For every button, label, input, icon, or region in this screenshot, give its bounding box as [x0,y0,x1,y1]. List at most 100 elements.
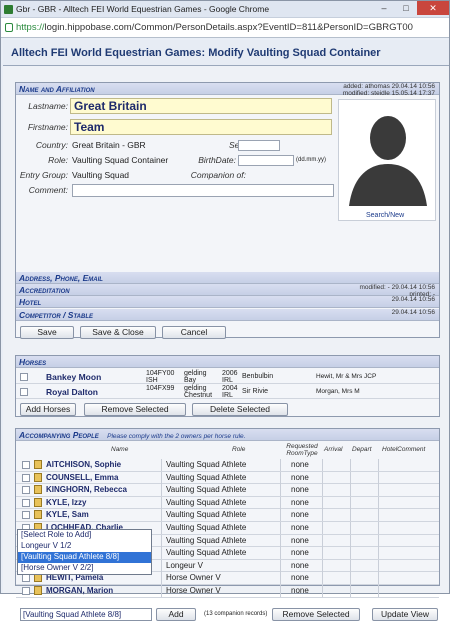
companion-count: (13 companion records) [204,611,268,617]
person-photo[interactable] [338,99,436,221]
birthdate-label: BirthDate: [198,155,236,165]
url-scheme: https:// [16,22,45,33]
person-role: Horse Owner V [166,573,221,583]
person-panel: Name and Affiliation added: athomas 29.0… [15,82,440,339]
person-role: Vaulting Squad Athlete [166,485,247,495]
horse-row[interactable]: Bankey Moon 104FY00 ISH gelding Bay 2006 IRL Be… [16,370,439,384]
person-icon [34,472,42,482]
save-close-button[interactable]: Save & Close [80,326,156,339]
horse-owner: Hewit, Mr & Mrs JCP [316,373,377,380]
comment-field[interactable] [72,184,334,197]
horse-checkbox[interactable] [20,388,28,396]
horse-sire: Sir Rivie [242,388,269,395]
delete-selected-horses-button[interactable]: Delete Selected [192,403,288,416]
firstname-field[interactable]: Team [70,119,332,135]
person-checkbox[interactable] [22,511,30,520]
horse-color: gelding Bay [184,370,207,384]
role-value: Vaulting Squad Container [72,155,169,165]
person-role: Longeur V [166,560,203,570]
horse-id: 104FY00 ISH [146,370,175,384]
role-dropdown-list[interactable]: [Select Role to Add] Longeur V 1/2 [Vaulti… [17,529,152,575]
person-name[interactable]: KYLE, Sam [46,510,89,519]
cancel-button[interactable]: Cancel [162,326,226,339]
update-view-button[interactable]: Update View [372,608,438,621]
birthdate-hint: (dd.mm.yy) [296,157,326,163]
section-3[interactable]: Competitor / Stable 29.04.14 10:56 [16,309,439,321]
role-option[interactable]: [Vaulting Squad Athlete 8/8] [18,552,151,563]
person-checkbox[interactable] [22,486,30,495]
person-role: Vaulting Squad Athlete [166,472,247,482]
horse-name[interactable]: Royal Dalton [46,387,98,397]
person-icon [34,485,42,495]
person-checkbox[interactable] [22,498,30,507]
address-bar[interactable]: https:// login.hippobase.com/Common/Pers… [1,18,449,38]
person-row[interactable]: COUNSELL, Emma Vaulting Squad Athlete none [16,471,439,485]
person-row[interactable]: KYLE, Izzy Vaulting Squad Athlete none [16,496,439,510]
horses-heading[interactable]: Horses [16,356,439,368]
role-select[interactable]: [Vaulting Squad Athlete 8/8] [20,608,152,621]
person-icon [34,460,42,469]
maximize-icon[interactable]: □ [395,1,417,15]
person-checkbox[interactable] [22,473,30,482]
sex-select[interactable] [238,140,280,151]
person-role: Vaulting Squad Athlete [166,523,247,532]
role-option[interactable]: [Select Role to Add] [18,530,151,541]
person-roomtype: none [291,472,309,482]
birthdate-field[interactable] [238,155,294,166]
added-info: added: athomas 29.04.14 10:56 [343,83,435,90]
person-checkbox[interactable] [22,461,30,469]
person-roomtype: none [291,497,309,507]
horse-owner: Morgan, Mrs M [316,388,360,395]
section-meta: 29.04.14 10:56 [391,296,435,303]
add-horses-button[interactable]: Add Horses [20,403,76,416]
remove-selected-people-button[interactable]: Remove Selected [272,608,360,621]
save-button[interactable]: Save [20,326,74,339]
col-role: Role [232,446,246,453]
person-roomtype: none [291,535,309,545]
person-name[interactable]: COUNSELL, Emma [46,473,118,482]
section-1[interactable]: Accreditation modified: - 29.04.14 10:56 p… [16,284,439,298]
person-roomtype: none [291,573,309,583]
role-option[interactable]: [Horse Owner V 2/2] [18,563,151,574]
horse-color: gelding Chestnut [184,385,213,399]
horse-name[interactable]: Bankey Moon [46,372,101,382]
person-checkbox[interactable] [22,574,30,583]
person-role: Vaulting Squad Athlete [166,548,247,558]
section-0[interactable]: Address, Phone, Email [16,272,439,284]
horse-sire: Benbulbin [242,373,274,380]
person-name[interactable]: KINGHORN, Rebecca [46,485,127,494]
browser-window: Gbr - GBR - Alltech FEI World Equestrian… [0,0,450,621]
add-person-button[interactable]: Add [156,608,196,621]
person-row[interactable]: AITCHISON, Sophie Vaulting Squad Athlete n… [16,459,439,472]
col-arrival: Arrival [324,446,343,453]
people-heading[interactable]: Accompanying People Please comply with t… [16,429,439,441]
role-option[interactable]: Longeur V 1/2 [18,541,151,552]
person-name[interactable]: KYLE, Izzy [46,498,86,507]
person-row[interactable]: KINGHORN, Rebecca Vaulting Squad Athlete n… [16,484,439,497]
close-icon[interactable]: ✕ [417,1,449,15]
person-name[interactable]: AITCHISON, Sophie [46,460,121,469]
firstname-label: Firstname: [27,122,68,132]
section-meta: 29.04.14 10:56 [391,309,435,316]
person-role: Vaulting Squad Athlete [166,535,247,545]
person-role: Vaulting Squad Athlete [166,460,247,469]
minimize-icon[interactable]: – [373,1,395,15]
remove-selected-horses-button[interactable]: Remove Selected [84,403,186,416]
section-label: Address, Phone, Email [19,273,103,283]
lastname-label: Lastname: [28,101,68,111]
horse-row[interactable]: Royal Dalton 104FX99 gelding Chestnut 2004 IR… [16,385,439,399]
horse-id: 104FX99 [146,385,175,392]
photo-search-link[interactable]: Search/New [366,212,404,219]
horse-checkbox[interactable] [20,373,28,381]
lastname-field[interactable]: Great Britain [70,98,332,114]
name-section-title: Name and Affiliation [19,84,95,94]
people-title: Accompanying People [19,430,99,440]
person-row[interactable]: MORGAN, Marion Horse Owner Vnone [16,585,439,598]
people-note: Please comply with the 2 owners per hors… [107,433,246,440]
name-section-heading[interactable]: Name and Affiliation added: athomas 29.0… [16,83,439,97]
section-2[interactable]: Hotel 29.04.14 10:56 [16,296,439,308]
col-depart: Depart [352,446,372,453]
window-title: Gbr - GBR - Alltech FEI World Equestrian… [16,4,270,14]
section-label: Accreditation [19,285,70,295]
person-row[interactable]: KYLE, Sam Vaulting Squad Athlete none [16,509,439,522]
